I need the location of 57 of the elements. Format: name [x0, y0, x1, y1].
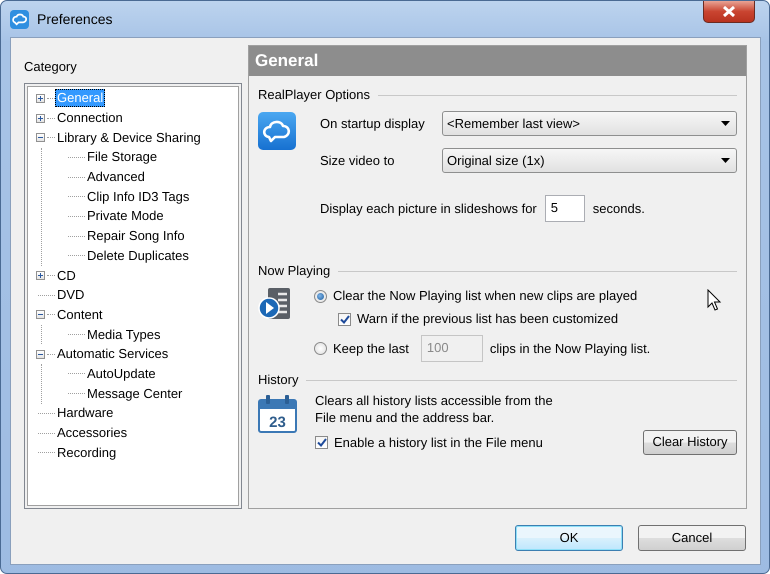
tree-item[interactable]: Recording [55, 444, 118, 462]
collapse-icon[interactable] [36, 133, 45, 142]
tree-item[interactable]: AutoUpdate [85, 364, 158, 383]
tree-item[interactable]: CD [55, 266, 78, 285]
collapse-icon[interactable] [36, 350, 45, 359]
field-label: On startup display [320, 114, 426, 133]
caret-icon [721, 158, 730, 163]
cloud-logo-icon [258, 112, 296, 150]
dialog-button[interactable]: Cancel [638, 525, 746, 551]
history-description: Clears all history lists accessible from the File menu and the address bar. [315, 392, 553, 426]
seconds-field[interactable]: 5 [544, 195, 585, 222]
tree-item[interactable]: Library & Device Sharing [55, 128, 203, 147]
option-label: Keep the last [333, 340, 409, 358]
section-title: Now Playing [258, 262, 330, 280]
panel-header: General [249, 46, 746, 76]
expand-icon[interactable] [36, 271, 45, 280]
tree-item[interactable]: Repair Song Info [85, 227, 187, 246]
field-label: Size video to [320, 152, 396, 170]
tree-item[interactable]: Clip Info ID3 Tags [85, 188, 192, 206]
radio-button[interactable] [314, 342, 327, 355]
tree-item[interactable]: Content [55, 306, 105, 324]
unit-label: seconds. [592, 200, 645, 218]
close-button[interactable] [703, 1, 755, 23]
tree-item[interactable]: Delete Duplicates [85, 246, 191, 265]
checkbox[interactable] [315, 436, 328, 450]
section-title: History [258, 371, 298, 390]
tree-item[interactable]: Accessories [55, 424, 130, 442]
tree-item[interactable]: File Storage [85, 148, 160, 166]
tree-item[interactable]: Automatic Services [55, 345, 170, 364]
video-size-dropdown[interactable]: Original size (1x) [442, 148, 737, 173]
expand-icon[interactable] [36, 114, 45, 123]
tree-item[interactable]: Advanced [85, 168, 147, 186]
clear-history-button[interactable]: Clear History [643, 430, 737, 454]
startup-display-dropdown[interactable]: <Remember last view> [442, 111, 737, 136]
section-title: RealPlayer Options [258, 86, 370, 104]
tree-item[interactable]: Message Center [85, 384, 184, 403]
option-label: clips in the Now Playing list. [490, 340, 650, 358]
caret-icon [721, 121, 730, 126]
tree-item[interactable]: Media Types [85, 326, 162, 344]
close-icon [722, 6, 736, 17]
app-logo-icon [10, 10, 29, 28]
tree-item[interactable]: Hardware [55, 404, 116, 422]
option-label: Enable a history list in the File menu [334, 434, 543, 452]
field-label: Display each picture in slideshows for [320, 200, 537, 218]
tree-item[interactable]: Private Mode [85, 207, 166, 226]
cursor-icon [707, 289, 722, 312]
tree-item[interactable]: Connection [55, 109, 125, 128]
category-label: Category [24, 58, 77, 76]
option-label: Clear the Now Playing list when new clips are played [333, 287, 638, 306]
dialog-button[interactable]: OK [515, 525, 623, 551]
expand-icon[interactable] [36, 94, 45, 103]
window-title: Preferences [37, 10, 112, 28]
radio-button[interactable] [314, 290, 327, 302]
collapse-icon[interactable] [36, 310, 45, 320]
tree-item[interactable]: DVD [55, 286, 86, 304]
checkbox[interactable] [338, 312, 351, 326]
option-label: Warn if the previous list has been customized [357, 310, 618, 328]
